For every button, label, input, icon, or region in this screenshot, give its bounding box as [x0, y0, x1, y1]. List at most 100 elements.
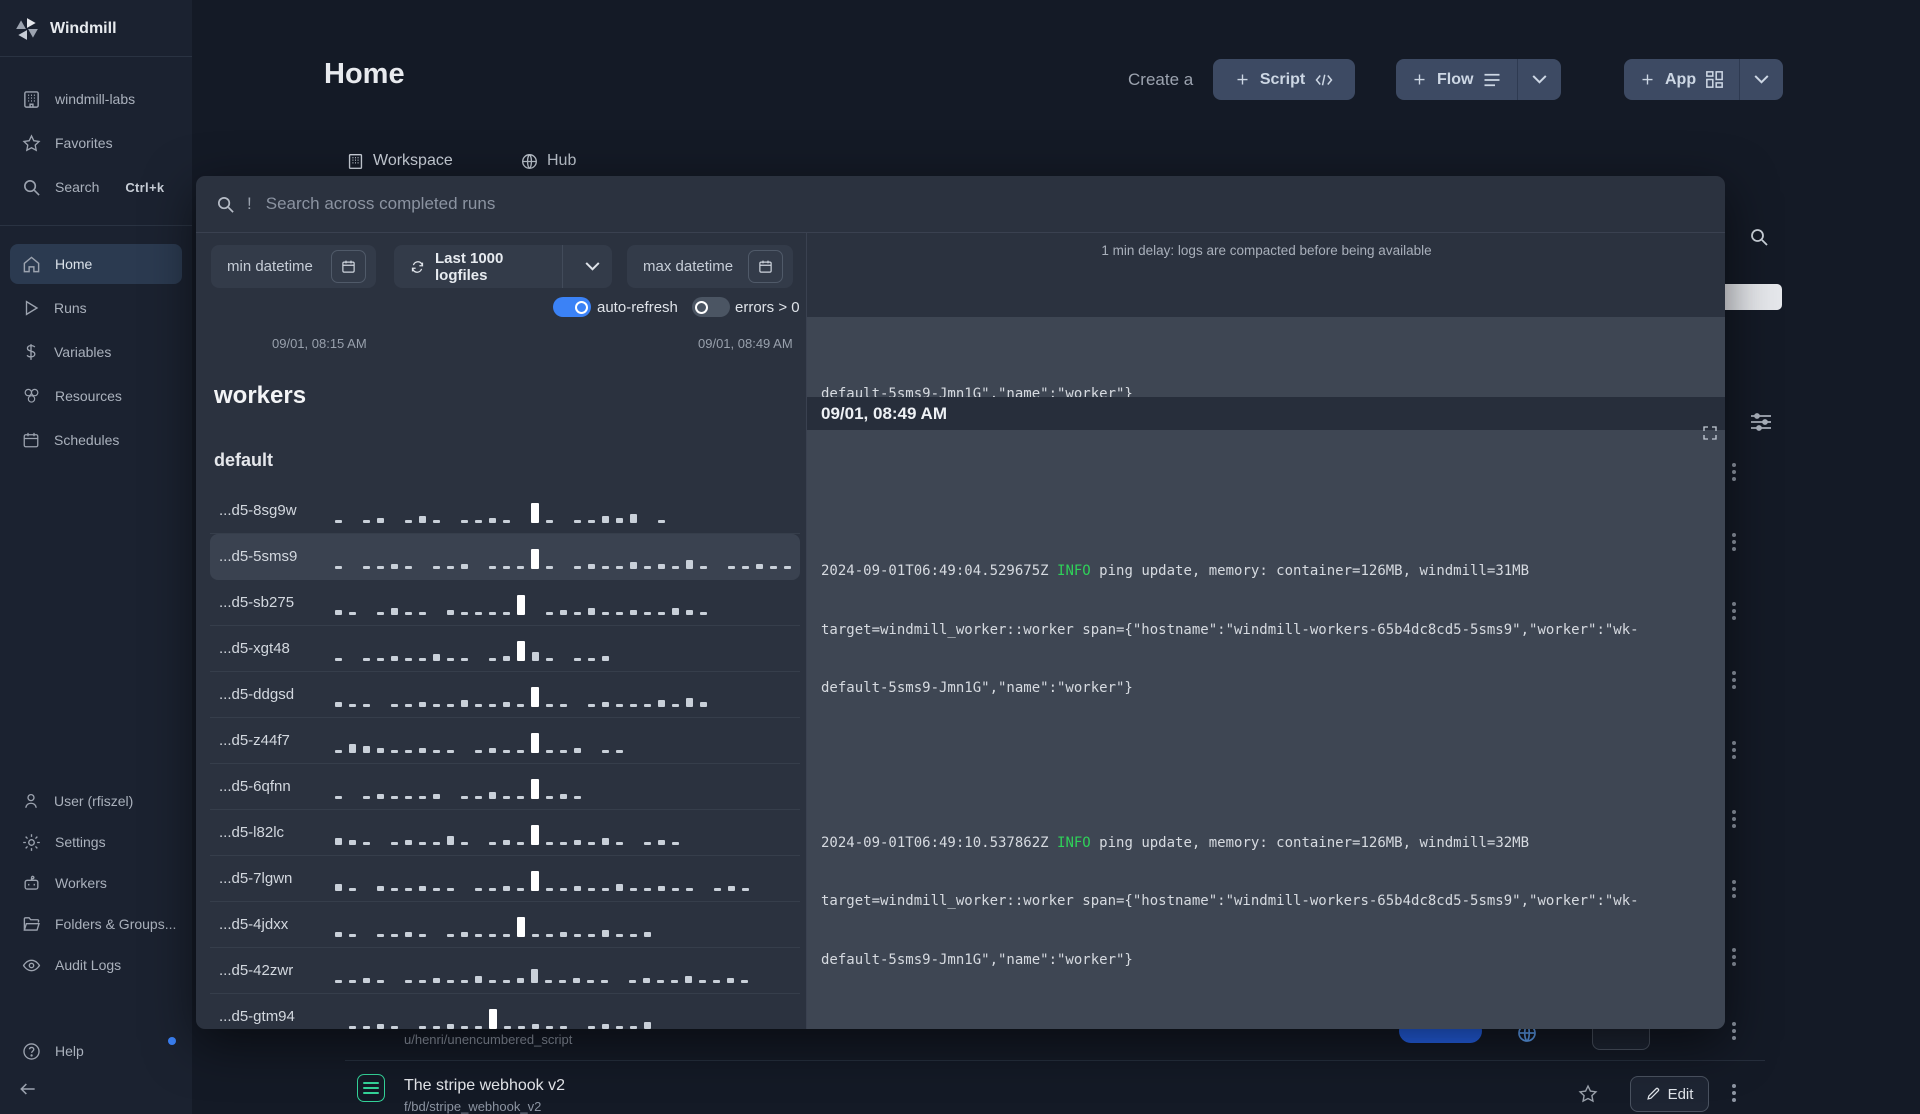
worker-row[interactable]: ...d5-l82lc — [210, 810, 800, 856]
sidebar-item-folders[interactable]: Folders & Groups... — [0, 902, 192, 946]
logfiles-label: Last 1000 logfiles — [434, 249, 504, 284]
sidebar-item-schedules[interactable]: Schedules — [0, 418, 192, 462]
range-end-label: 09/01, 08:49 AM — [698, 336, 793, 351]
calendar-button[interactable] — [748, 250, 783, 283]
create-flow-button[interactable]: Flow — [1396, 59, 1519, 100]
worker-row[interactable]: ...d5-8sg9w — [210, 488, 800, 534]
sidebar-item-resources[interactable]: Resources — [0, 374, 192, 418]
log-line: default-5sms9-Jmn1G","name":"worker"} — [821, 951, 1133, 968]
tab-workspace[interactable]: Workspace — [347, 152, 453, 170]
worker-activity-sparkline — [335, 683, 707, 707]
row-menu-kebab-icon[interactable] — [1732, 671, 1736, 692]
worker-row[interactable]: ...d5-5sms9 — [210, 534, 800, 580]
auto-refresh-toggle[interactable] — [553, 297, 591, 317]
sidebar-item-audit-logs[interactable]: Audit Logs — [0, 943, 192, 987]
worker-name: ...d5-4jdxx — [219, 916, 289, 933]
sidebar-item-favorites[interactable]: Favorites — [0, 121, 192, 165]
row-menu-kebab-icon[interactable] — [1732, 880, 1736, 901]
script-title[interactable]: The stripe webhook v2 — [404, 1077, 565, 1095]
worker-group-label: default — [214, 450, 274, 470]
calendar-button[interactable] — [331, 250, 366, 283]
chevron-down-icon — [1532, 75, 1547, 84]
worker-name: ...d5-42zwr — [219, 962, 294, 979]
errors-toggle[interactable] — [692, 297, 730, 317]
search-icon[interactable] — [1749, 227, 1769, 247]
auto-refresh-label: auto-refresh — [597, 299, 678, 316]
worker-row[interactable]: ...d5-gtm94 — [210, 994, 800, 1029]
calendar-icon — [342, 260, 355, 273]
delay-notice: 1 min delay: logs are compacted before b… — [1101, 243, 1432, 258]
sidebar-item-settings[interactable]: Settings — [0, 820, 192, 864]
script-path[interactable]: u/henri/unencumbered_script — [404, 1032, 572, 1047]
worker-row[interactable]: ...d5-xgt48 — [210, 626, 800, 672]
row-menu-kebab-icon[interactable] — [1732, 1084, 1736, 1105]
sidebar-item-search[interactable]: Search Ctrl+k — [0, 165, 192, 209]
worker-activity-sparkline — [335, 729, 623, 753]
worker-activity-sparkline — [335, 499, 665, 523]
worker-row[interactable]: ...d5-z44f7 — [210, 718, 800, 764]
expand-icon[interactable] — [1702, 425, 1718, 441]
create-app-split: App — [1624, 59, 1784, 100]
folder-icon — [23, 916, 40, 931]
star-icon[interactable] — [1578, 1084, 1598, 1104]
grid-icon — [1706, 71, 1724, 88]
sidebar-item-label: Settings — [55, 834, 106, 850]
sidebar-item-home[interactable]: Home — [10, 244, 182, 284]
sidebar-item-workspace[interactable]: windmill-labs — [0, 77, 192, 121]
row-menu-kebab-icon[interactable] — [1732, 1022, 1736, 1043]
brand[interactable]: Windmill — [0, 0, 192, 56]
worker-row[interactable]: ...d5-6qfnn — [210, 764, 800, 810]
row-menu-kebab-icon[interactable] — [1732, 533, 1736, 554]
sidebar-item-user[interactable]: User (rfiszel) — [0, 779, 192, 823]
sliders-icon[interactable] — [1750, 412, 1772, 432]
page-title: Home — [324, 58, 405, 90]
create-script-label: Script — [1259, 70, 1306, 88]
max-datetime-field[interactable]: max datetime — [627, 245, 793, 288]
worker-name: ...d5-5sms9 — [219, 548, 298, 565]
eye-icon — [22, 959, 41, 971]
worker-row[interactable]: ...d5-sb275 — [210, 580, 800, 626]
sidebar-item-label: Folders & Groups... — [55, 916, 177, 932]
create-script-button[interactable]: Script — [1213, 59, 1355, 100]
home-icon — [23, 255, 40, 272]
sidebar-item-variables[interactable]: Variables — [0, 330, 192, 374]
worker-activity-sparkline — [335, 637, 609, 661]
min-datetime-field[interactable]: min datetime — [211, 245, 376, 288]
log-line: default-5sms9-Jmn1G","name":"worker"} — [821, 385, 1133, 397]
plus-icon — [1414, 74, 1425, 85]
create-app-button[interactable]: App — [1624, 59, 1741, 100]
sidebar-item-help[interactable]: Help — [0, 1029, 192, 1073]
plus-icon — [1642, 74, 1653, 85]
row-menu-kebab-icon[interactable] — [1732, 741, 1736, 762]
worker-row[interactable]: ...d5-42zwr — [210, 948, 800, 994]
worker-name: ...d5-8sg9w — [219, 502, 297, 519]
row-menu-kebab-icon[interactable] — [1732, 602, 1736, 623]
search-input[interactable] — [263, 193, 1725, 215]
script-path[interactable]: f/bd/stripe_webhook_v2 — [404, 1099, 541, 1114]
sidebar-item-workers[interactable]: Workers — [0, 861, 192, 905]
logfiles-dropdown[interactable] — [573, 262, 612, 271]
worker-name: ...d5-z44f7 — [219, 732, 290, 749]
logfiles-select[interactable]: Last 1000 logfiles — [394, 245, 612, 288]
row-menu-kebab-icon[interactable] — [1732, 948, 1736, 969]
create-flow-dropdown[interactable] — [1518, 59, 1562, 100]
robot-icon — [24, 875, 39, 890]
search-shortcut: Ctrl+k — [125, 179, 165, 195]
tab-workspace-label: Workspace — [373, 152, 453, 169]
worker-activity-sparkline — [335, 959, 748, 983]
worker-row[interactable]: ...d5-4jdxx — [210, 902, 800, 948]
worker-name: ...d5-6qfnn — [219, 778, 291, 795]
collapse-sidebar-arrow-icon[interactable] — [18, 1079, 38, 1099]
sidebar-item-label: Resources — [55, 388, 122, 404]
worker-activity-sparkline — [335, 1005, 651, 1029]
worker-activity-sparkline — [335, 775, 581, 799]
row-menu-kebab-icon[interactable] — [1732, 810, 1736, 831]
create-app-dropdown[interactable] — [1740, 59, 1784, 100]
edit-button[interactable]: Edit — [1630, 1076, 1709, 1112]
worker-row[interactable]: ...d5-ddgsd — [210, 672, 800, 718]
sidebar-item-runs[interactable]: Runs — [0, 286, 192, 330]
tab-hub[interactable]: Hub — [521, 152, 576, 170]
pencil-icon — [1646, 1087, 1659, 1100]
row-menu-kebab-icon[interactable] — [1732, 463, 1736, 484]
worker-row[interactable]: ...d5-7lgwn — [210, 856, 800, 902]
